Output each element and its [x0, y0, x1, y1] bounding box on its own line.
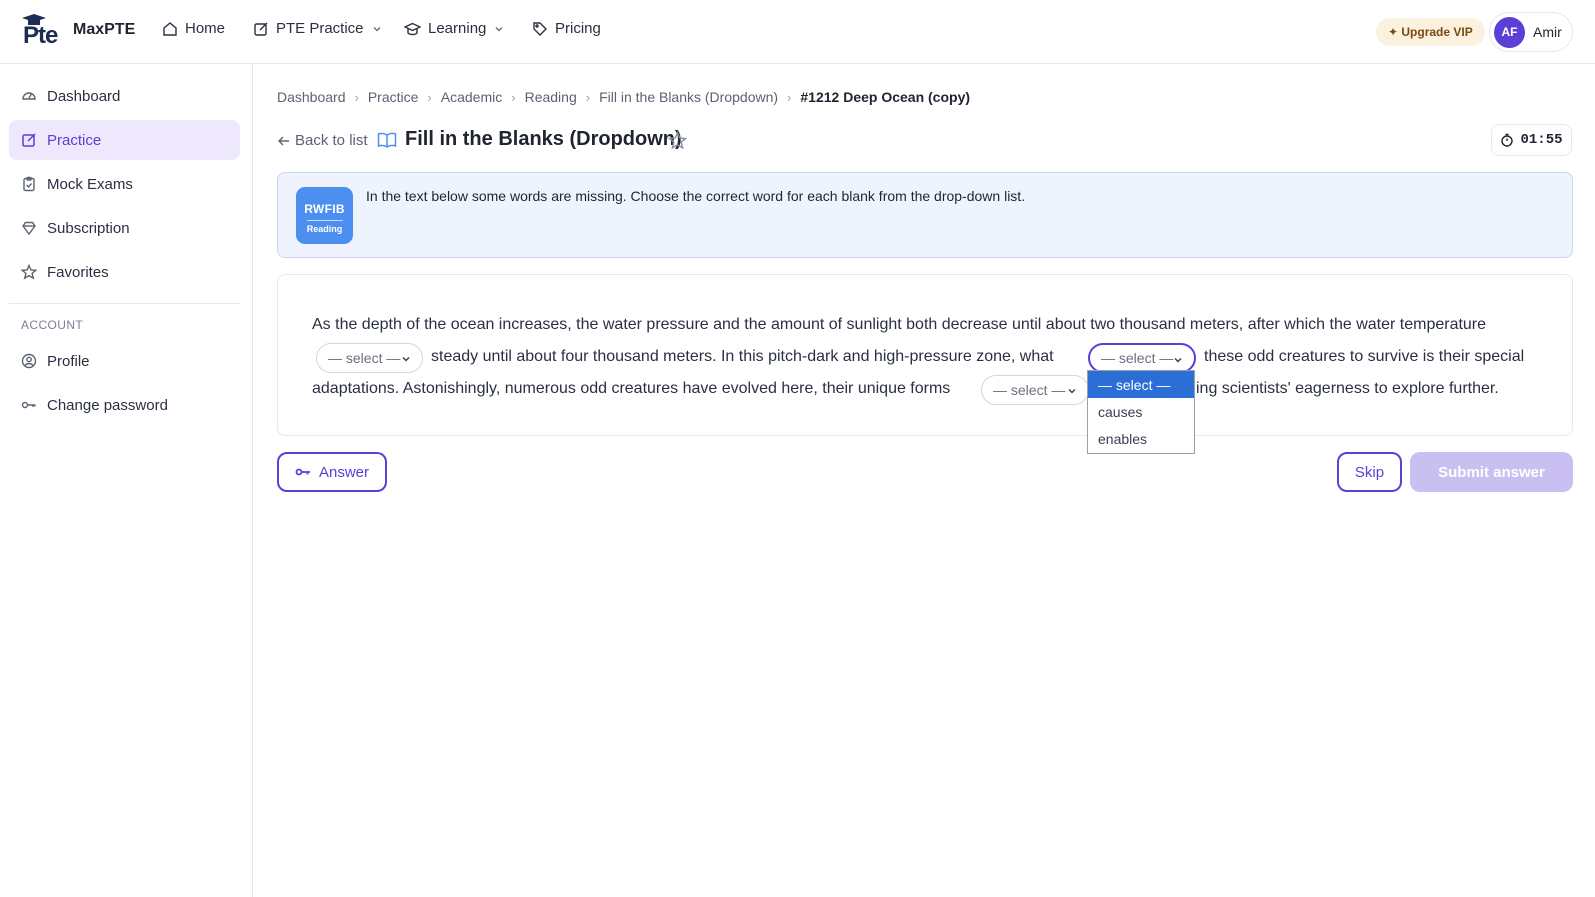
edit-icon	[254, 22, 268, 36]
timer-value: 01:55	[1520, 132, 1563, 148]
back-to-list-label: Back to list	[295, 132, 368, 149]
passage-card: As the depth of the ocean increases, the…	[277, 274, 1573, 436]
user-name: Amir	[1533, 24, 1562, 40]
breadcrumb-practice[interactable]: Practice	[368, 89, 419, 105]
sidebar-item-label: Change password	[47, 396, 168, 414]
diamond-icon	[22, 221, 36, 236]
answer-button[interactable]: Answer	[277, 452, 387, 492]
blank-select-2[interactable]: — select —	[1088, 343, 1196, 373]
breadcrumb-academic[interactable]: Academic	[441, 89, 502, 105]
logo-text: Pte	[23, 22, 58, 49]
tag-icon	[533, 21, 547, 36]
gauge-icon	[22, 92, 36, 100]
sidebar-item-favorites[interactable]: Favorites	[9, 252, 240, 292]
chevron-down-icon	[1174, 357, 1182, 363]
badge-code: RWFIB	[304, 202, 345, 216]
clipboard-icon	[23, 176, 35, 192]
passage-line-3a: adaptations. Astonishingly, numerous odd…	[312, 380, 951, 397]
edit-icon	[22, 133, 36, 147]
timer: 01:55	[1491, 124, 1572, 156]
top-navbar: Pte MaxPTE Home PTE Practice Learning Pr…	[0, 0, 1595, 64]
sidebar-item-label: Subscription	[47, 219, 130, 237]
chevron-down-icon	[402, 356, 410, 362]
badge-divider	[306, 220, 343, 221]
passage-line-2a: steady until about four thousand meters.…	[431, 348, 1054, 365]
instruction-box: RWFIB Reading In the text below some wor…	[277, 172, 1573, 258]
chevron-right-icon: ›	[585, 89, 591, 105]
chevron-right-icon: ›	[787, 89, 792, 105]
sidebar-item-label: Dashboard	[47, 87, 121, 105]
blank-select-3[interactable]: — select —	[981, 375, 1089, 405]
chevron-down-icon	[1068, 388, 1076, 394]
graduation-cap-icon	[404, 22, 421, 35]
nav-learning[interactable]: Learning	[404, 20, 504, 37]
blank-select-1[interactable]: — select —	[316, 343, 423, 373]
key-icon	[21, 401, 36, 409]
breadcrumb-fib-dropdown[interactable]: Fill in the Blanks (Dropdown)	[599, 89, 778, 105]
dropdown-option[interactable]: — select —	[1088, 371, 1194, 398]
nav-home-label: Home	[185, 20, 226, 37]
chevron-right-icon: ›	[354, 89, 359, 105]
task-type-badge: RWFIB Reading	[296, 187, 353, 244]
nav-pte-practice[interactable]: PTE Practice	[253, 20, 382, 37]
nav-pte-practice-label: PTE Practice	[276, 20, 364, 37]
dropdown-option[interactable]: enables	[1088, 425, 1194, 452]
logo[interactable]: Pte	[20, 14, 66, 50]
upgrade-vip-button[interactable]: ✦ Upgrade VIP	[1376, 18, 1485, 46]
passage-line-2b: these odd creatures to survive is their …	[1204, 348, 1525, 365]
passage-line-1: As the depth of the ocean increases, the…	[312, 316, 1487, 333]
select-value: — select —	[993, 382, 1066, 398]
sidebar-item-change-password[interactable]: Change password	[9, 385, 240, 425]
breadcrumb-reading[interactable]: Reading	[525, 89, 577, 105]
home-icon	[163, 21, 177, 36]
nav-pricing[interactable]: Pricing	[532, 20, 601, 37]
avatar: AF	[1494, 16, 1525, 48]
sidebar-item-subscription[interactable]: Subscription	[9, 208, 240, 248]
sidebar-item-label: Favorites	[47, 263, 109, 281]
sidebar-item-mock-exams[interactable]: Mock Exams	[9, 164, 240, 204]
sidebar-item-dashboard[interactable]: Dashboard	[9, 76, 240, 116]
sidebar-divider	[9, 303, 240, 304]
brand-name[interactable]: MaxPTE	[73, 21, 135, 39]
breadcrumb-current: #1212 Deep Ocean (copy)	[800, 89, 971, 105]
sidebar-item-practice[interactable]: Practice	[9, 120, 240, 160]
favorite-star-icon[interactable]	[668, 131, 687, 150]
nav-learning-label: Learning	[428, 20, 487, 37]
back-to-list-link[interactable]: Back to list	[277, 132, 368, 149]
sidebar-item-label: Mock Exams	[47, 175, 133, 193]
badge-type: Reading	[306, 224, 343, 234]
breadcrumb: Dashboard › Practice › Academic › Readin…	[277, 89, 970, 105]
stopwatch-icon	[1501, 133, 1514, 147]
page-title: Fill in the Blanks (Dropdown)	[405, 128, 682, 150]
user-menu[interactable]: AF Amir	[1489, 12, 1573, 52]
chevron-down-icon	[373, 26, 381, 31]
chevron-right-icon: ›	[511, 89, 516, 105]
select-value: — select —	[328, 350, 401, 366]
answer-label: Answer	[318, 463, 370, 481]
sidebar-section-account: ACCOUNT	[21, 318, 84, 332]
sidebar-item-profile[interactable]: Profile	[9, 341, 240, 381]
sidebar-item-label: Practice	[47, 131, 102, 149]
select-value: — select —	[1101, 350, 1174, 366]
submit-answer-button[interactable]: Submit answer	[1410, 452, 1573, 492]
dropdown-option[interactable]: causes	[1088, 398, 1194, 425]
passage-line-3b: ing scientists' eagerness to explore fur…	[1196, 380, 1499, 397]
instruction-text: In the text below some words are missing…	[366, 188, 1026, 204]
chevron-down-icon	[495, 26, 503, 31]
user-circle-icon	[21, 353, 37, 369]
chevron-right-icon: ›	[427, 89, 432, 105]
sidebar-item-label: Profile	[47, 352, 90, 370]
sidebar: Dashboard Practice Mock Exams Subscripti…	[0, 64, 253, 897]
star-icon	[21, 264, 37, 280]
book-open-icon	[377, 132, 397, 148]
breadcrumb-dashboard[interactable]: Dashboard	[277, 89, 346, 105]
nav-home[interactable]: Home	[162, 20, 225, 37]
key-icon	[295, 468, 310, 476]
blank-select-2-options: — select — causes enables	[1087, 370, 1195, 454]
arrow-left-icon	[278, 136, 289, 145]
skip-button[interactable]: Skip	[1337, 452, 1402, 492]
nav-pricing-label: Pricing	[555, 20, 601, 37]
